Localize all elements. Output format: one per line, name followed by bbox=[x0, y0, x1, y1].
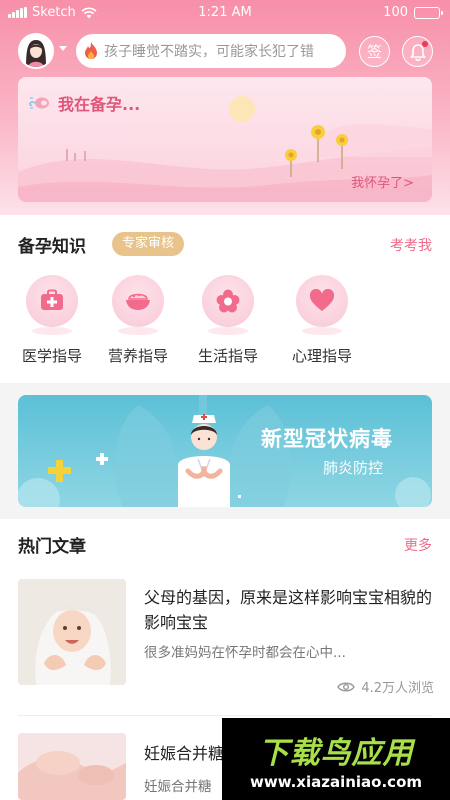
divider bbox=[18, 715, 432, 716]
article-thumbnail bbox=[18, 579, 126, 685]
pregnancy-prep-banner[interactable]: 我在备孕... 我怀孕了> bbox=[18, 77, 432, 202]
section-title: 备孕知识 bbox=[18, 237, 86, 257]
guide-item-nutrition[interactable]: 营养指导 bbox=[98, 275, 178, 366]
search-placeholder: 孩子睡觉不踏实，可能家长犯了错 bbox=[104, 44, 314, 60]
knowledge-section: 备孕知识 专家审核 考考我 医学指导 营养指导 生活指导 心理指导 bbox=[0, 215, 450, 383]
banner-title: 我在备孕... bbox=[58, 95, 141, 114]
search-row: 孩子睡觉不踏实，可能家长犯了错 签 bbox=[0, 30, 450, 72]
flower-icon bbox=[202, 275, 254, 335]
article-views: 4.2万人浏览 bbox=[337, 677, 434, 696]
article-thumbnail bbox=[18, 733, 126, 800]
baby-photo bbox=[18, 579, 126, 685]
avatar[interactable] bbox=[18, 33, 54, 69]
view-count: 4.2万人浏览 bbox=[361, 681, 434, 696]
pregnant-switch-link[interactable]: 我怀孕了> bbox=[351, 172, 414, 191]
flame-icon bbox=[85, 42, 97, 59]
article-card[interactable]: 父母的基因，原来是这样影响宝宝相貌的影响宝宝 很多准妈妈在怀孕时都会在心中...… bbox=[0, 577, 450, 707]
watermark-url: www.xiazainiao.com bbox=[249, 773, 423, 791]
watermark: 下载鸟应用 www.xiazainiao.com bbox=[222, 718, 450, 800]
expert-review-badge: 专家审核 bbox=[112, 232, 185, 256]
hands-photo bbox=[18, 733, 126, 800]
battery-percent: 100 bbox=[383, 5, 408, 20]
guide-item-medical[interactable]: 医学指导 bbox=[12, 275, 92, 366]
status-bar: Sketch 1:21 AM 100 bbox=[0, 0, 450, 26]
guide-label: 营养指导 bbox=[107, 347, 168, 365]
battery-icon bbox=[414, 6, 443, 19]
user-avatar-icon bbox=[20, 35, 52, 67]
guide-label: 医学指导 bbox=[21, 347, 82, 365]
notification-dot bbox=[422, 41, 428, 47]
guide-label: 生活指导 bbox=[197, 347, 258, 365]
sign-in-button[interactable]: 签 bbox=[359, 36, 390, 67]
food-bowl-icon bbox=[112, 275, 164, 335]
guide-item-psychology[interactable]: 心理指导 bbox=[282, 275, 362, 366]
eye-icon bbox=[337, 682, 356, 691]
medical-kit-icon bbox=[26, 275, 78, 335]
chevron-down-icon[interactable] bbox=[59, 46, 67, 51]
guide-item-lifestyle[interactable]: 生活指导 bbox=[188, 275, 268, 366]
guide-label: 心理指导 bbox=[291, 347, 352, 365]
watermark-title: 下载鸟应用 bbox=[258, 736, 414, 771]
search-input[interactable]: 孩子睡觉不踏实，可能家长犯了错 bbox=[76, 34, 346, 68]
article-title: 父母的基因，原来是这样影响宝宝相貌的影响宝宝 bbox=[144, 588, 433, 632]
covid-subtitle: 肺炎防控 bbox=[323, 459, 384, 477]
quiz-link[interactable]: 考考我 bbox=[390, 235, 432, 255]
notification-button[interactable] bbox=[402, 36, 433, 67]
article-summary: 很多准妈妈在怀孕时都会在心中... bbox=[144, 645, 346, 661]
section-title: 热门文章 bbox=[18, 537, 86, 557]
heart-icon bbox=[296, 275, 348, 335]
covid-title: 新型冠状病毒 bbox=[261, 427, 393, 451]
covid-banner[interactable]: 新型冠状病毒 肺炎防控 bbox=[18, 395, 432, 507]
more-articles-link[interactable]: 更多 bbox=[404, 535, 432, 555]
